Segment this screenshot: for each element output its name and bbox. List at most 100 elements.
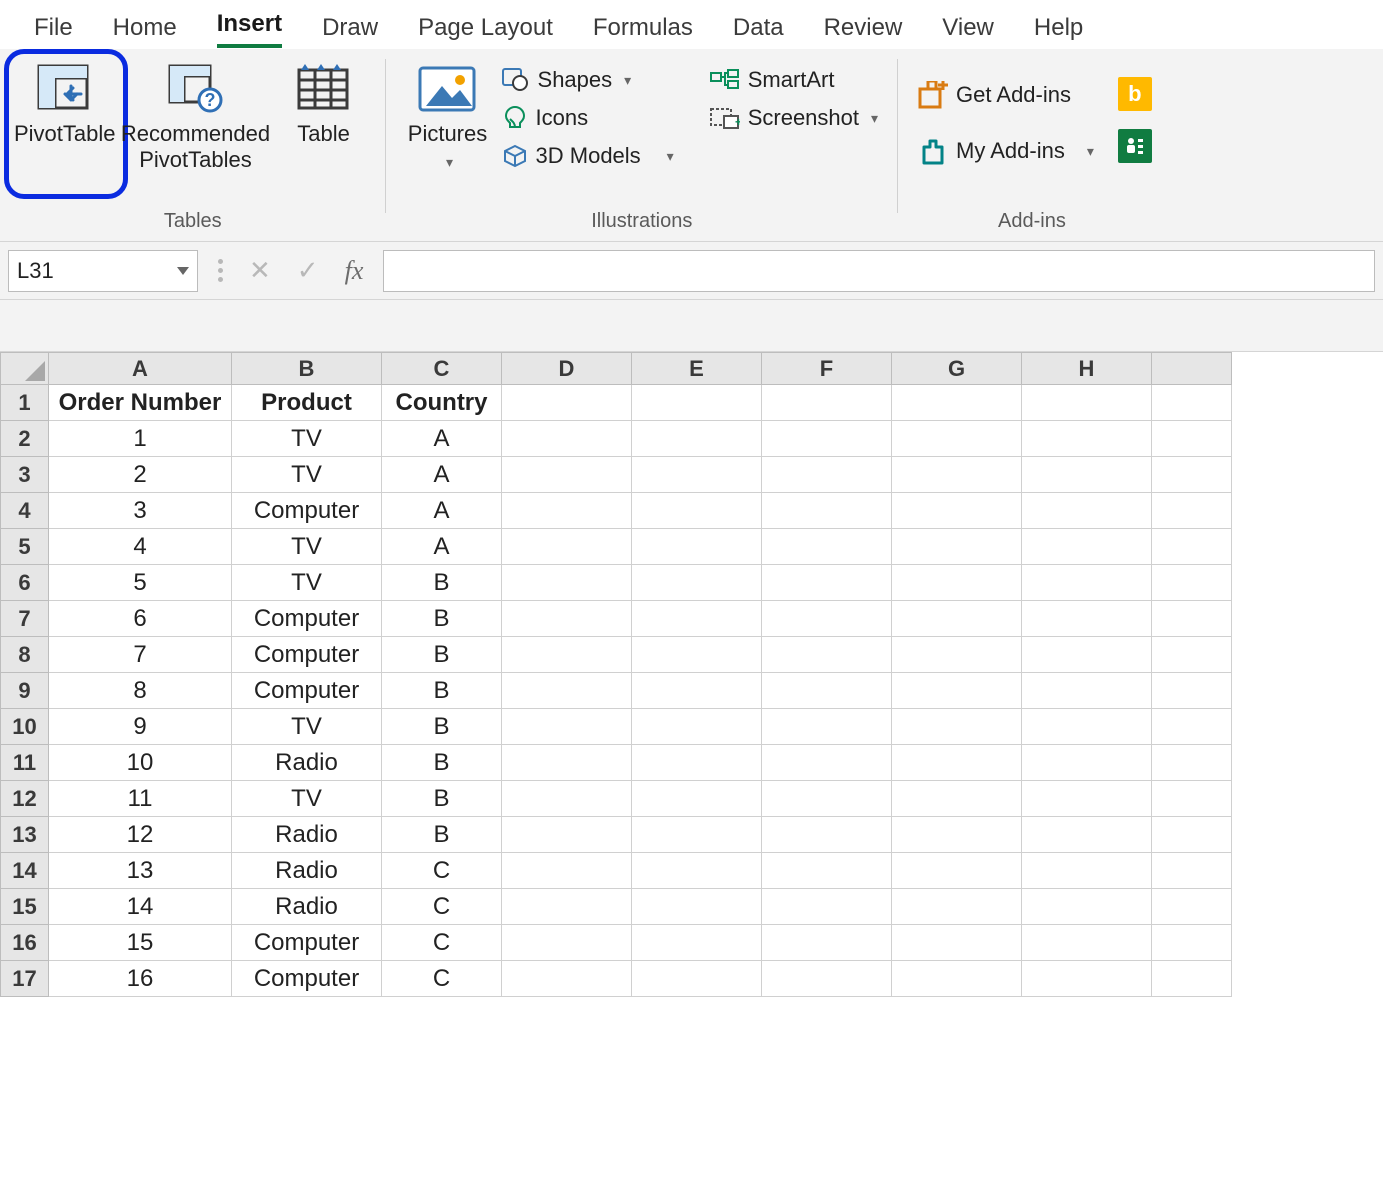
cell[interactable] [762, 637, 892, 673]
formula-bar-expand-icon[interactable] [218, 259, 223, 282]
row-header[interactable]: 4 [1, 493, 49, 529]
cell[interactable] [892, 385, 1022, 421]
cell[interactable]: C [382, 889, 502, 925]
cell[interactable] [1022, 781, 1152, 817]
column-header[interactable]: B [232, 353, 382, 385]
cell[interactable] [1022, 745, 1152, 781]
cell[interactable]: 1 [49, 421, 232, 457]
cell[interactable] [1022, 709, 1152, 745]
cell[interactable] [762, 385, 892, 421]
cell[interactable]: 8 [49, 673, 232, 709]
cell[interactable] [892, 925, 1022, 961]
cell[interactable]: TV [232, 421, 382, 457]
cell[interactable] [892, 457, 1022, 493]
cell[interactable] [892, 961, 1022, 997]
cell[interactable] [762, 493, 892, 529]
tab-draw[interactable]: Draw [322, 14, 378, 48]
tab-view[interactable]: View [942, 14, 994, 48]
cell[interactable] [762, 673, 892, 709]
cell[interactable] [762, 961, 892, 997]
cell[interactable] [762, 889, 892, 925]
cell[interactable] [762, 745, 892, 781]
row-header[interactable]: 15 [1, 889, 49, 925]
column-header[interactable]: E [632, 353, 762, 385]
cell[interactable] [632, 385, 762, 421]
cell[interactable]: TV [232, 709, 382, 745]
cell[interactable]: Computer [232, 925, 382, 961]
cell[interactable] [502, 889, 632, 925]
cell[interactable]: C [382, 925, 502, 961]
column-header[interactable]: D [502, 353, 632, 385]
cell[interactable] [762, 709, 892, 745]
cell[interactable] [1152, 709, 1232, 745]
cell[interactable]: Computer [232, 637, 382, 673]
cell[interactable] [632, 601, 762, 637]
tab-help[interactable]: Help [1034, 14, 1083, 48]
row-header[interactable]: 13 [1, 817, 49, 853]
cell[interactable] [1022, 637, 1152, 673]
cell[interactable] [1022, 889, 1152, 925]
cell[interactable] [1152, 853, 1232, 889]
row-header[interactable]: 7 [1, 601, 49, 637]
cell[interactable]: A [382, 457, 502, 493]
cell[interactable]: A [382, 493, 502, 529]
cell[interactable] [892, 529, 1022, 565]
cell[interactable] [502, 817, 632, 853]
chevron-down-icon[interactable] [177, 267, 189, 275]
cell[interactable] [502, 601, 632, 637]
cell[interactable]: 15 [49, 925, 232, 961]
row-header[interactable]: 2 [1, 421, 49, 457]
tab-insert[interactable]: Insert [217, 10, 282, 48]
cell[interactable]: 3 [49, 493, 232, 529]
cell[interactable] [502, 493, 632, 529]
name-box[interactable]: L31 [8, 250, 198, 292]
icons-button[interactable]: Icons [496, 101, 680, 135]
row-header[interactable]: 5 [1, 529, 49, 565]
row-header[interactable]: 11 [1, 745, 49, 781]
smartart-button[interactable]: SmartArt [704, 63, 884, 97]
cell[interactable] [762, 457, 892, 493]
cell[interactable] [632, 637, 762, 673]
cell[interactable]: 10 [49, 745, 232, 781]
cell[interactable] [502, 385, 632, 421]
cell[interactable] [1022, 601, 1152, 637]
cell[interactable] [892, 745, 1022, 781]
cell[interactable]: A [382, 529, 502, 565]
tab-page-layout[interactable]: Page Layout [418, 14, 553, 48]
cell[interactable]: Computer [232, 961, 382, 997]
cell[interactable] [632, 889, 762, 925]
cell[interactable]: B [382, 601, 502, 637]
cell[interactable]: 9 [49, 709, 232, 745]
cell[interactable] [1152, 925, 1232, 961]
row-header[interactable]: 8 [1, 637, 49, 673]
cell[interactable]: Computer [232, 601, 382, 637]
fx-icon[interactable]: fx [345, 256, 364, 286]
cell[interactable] [892, 601, 1022, 637]
cell[interactable] [632, 457, 762, 493]
cell[interactable] [502, 709, 632, 745]
cell[interactable] [1152, 457, 1232, 493]
my-addins-button[interactable]: My Add-ins ▾ [912, 133, 1100, 169]
cell[interactable] [1152, 421, 1232, 457]
enter-icon[interactable]: ✓ [297, 255, 319, 286]
cell[interactable]: Computer [232, 673, 382, 709]
cell[interactable] [632, 421, 762, 457]
cell[interactable]: Order Number [49, 385, 232, 421]
cell[interactable]: Radio [232, 745, 382, 781]
tab-data[interactable]: Data [733, 14, 784, 48]
cell[interactable]: Radio [232, 889, 382, 925]
cell[interactable] [1022, 673, 1152, 709]
cell[interactable] [762, 565, 892, 601]
tab-file[interactable]: File [34, 14, 73, 48]
cell[interactable] [502, 421, 632, 457]
cell[interactable] [892, 889, 1022, 925]
cell[interactable] [632, 817, 762, 853]
cell[interactable]: Product [232, 385, 382, 421]
cell[interactable] [892, 817, 1022, 853]
cell[interactable]: TV [232, 457, 382, 493]
cell[interactable] [1152, 673, 1232, 709]
cell[interactable] [762, 817, 892, 853]
cell[interactable] [502, 529, 632, 565]
cell[interactable] [502, 565, 632, 601]
pivottable-button[interactable]: PivotTable [14, 55, 116, 147]
